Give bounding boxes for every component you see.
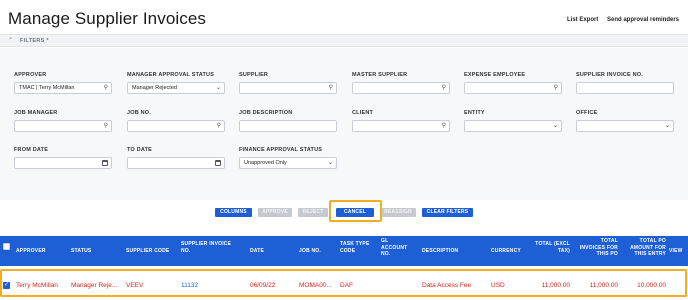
search-icon: ⚲ bbox=[441, 85, 446, 91]
page-header: Manage Supplier Invoices List Export Sen… bbox=[0, 0, 688, 34]
job-manager-field[interactable]: ⚲ bbox=[14, 120, 112, 132]
cell-supplier-code: VEEV bbox=[126, 282, 144, 289]
col-header-line: SUPPLIER INVOICE bbox=[181, 241, 232, 247]
search-icon: ⚲ bbox=[103, 123, 108, 129]
approve-button[interactable]: APPROVE bbox=[258, 208, 292, 217]
entity-select[interactable]: ⌄ bbox=[464, 120, 562, 132]
chevron-down-icon: ⌄ bbox=[327, 160, 333, 166]
col-header-date[interactable]: DATE bbox=[250, 248, 264, 255]
col-header-supplier-code[interactable]: SUPPLIER CODE bbox=[126, 248, 169, 255]
col-header-line: THIS PO bbox=[596, 251, 618, 257]
col-header-line: NO. bbox=[381, 251, 391, 257]
office-select[interactable]: ⌄ bbox=[576, 120, 674, 132]
col-header-currency[interactable]: CURRENCY bbox=[491, 248, 521, 255]
master-supplier-field[interactable]: ⚲ bbox=[352, 82, 450, 94]
col-header-job-no[interactable]: JOB NO. bbox=[299, 248, 321, 255]
cell-description: Data Access Fee bbox=[422, 282, 472, 289]
col-header-line: TASK TYPE bbox=[340, 241, 370, 247]
cell-approver: Terry McMillan bbox=[16, 282, 58, 289]
col-header-line: TOTAL (EXCL bbox=[535, 241, 570, 247]
approver-label: APPROVER bbox=[14, 72, 47, 78]
cell-status: Manager Reje... bbox=[71, 282, 118, 289]
from-date-field[interactable] bbox=[14, 157, 112, 169]
col-header-task-type-code[interactable]: TASK TYPE CODE bbox=[340, 241, 370, 254]
search-icon: ⚲ bbox=[553, 85, 558, 91]
col-header-description[interactable]: DESCRIPTION bbox=[422, 248, 458, 255]
chevron-up-icon: ⌃ bbox=[8, 38, 14, 44]
col-header-view[interactable]: VIEW bbox=[669, 248, 683, 255]
send-approval-reminders-link[interactable]: Send approval reminders bbox=[607, 17, 679, 23]
to-date-field[interactable] bbox=[127, 157, 225, 169]
filters-toggle[interactable]: ⌃ FILTERS * bbox=[0, 34, 688, 47]
clear-filters-button[interactable]: CLEAR FILTERS bbox=[422, 208, 473, 217]
job-manager-label: JOB MANAGER bbox=[14, 110, 58, 116]
col-header-status[interactable]: STATUS bbox=[71, 248, 91, 255]
calendar-icon[interactable] bbox=[215, 160, 221, 166]
col-header-line: CODE bbox=[340, 247, 356, 254]
select-all-checkbox[interactable] bbox=[3, 243, 10, 250]
supplier-invoice-no-field[interactable] bbox=[576, 82, 674, 94]
manager-approval-status-value: Manager Rejected bbox=[132, 85, 177, 91]
to-date-label: TO DATE bbox=[127, 147, 153, 153]
supplier-field[interactable]: ⚲ bbox=[239, 82, 337, 94]
chevron-down-icon: ⌄ bbox=[215, 85, 221, 91]
supplier-invoice-no-label: SUPPLIER INVOICE NO. bbox=[576, 72, 643, 78]
from-date-label: FROM DATE bbox=[14, 147, 49, 153]
expense-employee-label: EXPENSE EMPLOYEE bbox=[464, 72, 526, 78]
supplier-label: SUPPLIER bbox=[239, 72, 269, 78]
expense-employee-field[interactable]: ⚲ bbox=[464, 82, 562, 94]
search-icon: ⚲ bbox=[328, 85, 333, 91]
cell-total-invoices-po: 11,000.00 bbox=[589, 282, 618, 289]
list-export-link[interactable]: List Export bbox=[567, 17, 598, 23]
col-header-supplier-invoice-no[interactable]: SUPPLIER INVOICE NO. bbox=[181, 241, 231, 254]
cell-task-type-code: DAF bbox=[340, 282, 353, 289]
col-header-gl-account-no[interactable]: GL ACCOUNT NO. bbox=[381, 238, 407, 258]
cancel-button-highlight bbox=[329, 200, 382, 222]
search-icon: ⚲ bbox=[441, 123, 446, 129]
approver-value: TMAC | Terry McMillan bbox=[19, 85, 75, 91]
page-title: Manage Supplier Invoices bbox=[8, 9, 207, 28]
finance-approval-status-value: Unapproved Only bbox=[244, 160, 287, 166]
col-header-approver[interactable]: APPROVER bbox=[16, 248, 46, 255]
col-header-line: THIS ENTRY bbox=[634, 251, 666, 257]
search-icon: ⚲ bbox=[216, 123, 221, 129]
master-supplier-label: MASTER SUPPLIER bbox=[352, 72, 408, 78]
cell-currency: USD bbox=[491, 282, 505, 289]
cell-supplier-invoice-no-link[interactable]: 11132 bbox=[181, 282, 198, 289]
job-description-field[interactable] bbox=[239, 120, 337, 132]
approver-field[interactable]: TMAC | Terry McMillan ⚲ bbox=[14, 82, 112, 94]
entity-label: ENTITY bbox=[464, 110, 485, 116]
cell-total-excl-tax: 11,000.00 bbox=[541, 282, 570, 289]
filters-label: FILTERS * bbox=[20, 38, 49, 44]
reassign-button[interactable]: REASSIGN bbox=[380, 208, 416, 217]
reject-button[interactable]: REJECT bbox=[298, 208, 328, 217]
job-no-field[interactable]: ⚲ bbox=[127, 120, 225, 132]
office-label: OFFICE bbox=[576, 110, 598, 116]
job-no-label: JOB NO. bbox=[127, 110, 152, 116]
chevron-down-icon: ⌄ bbox=[664, 123, 670, 129]
job-description-label: JOB DESCRIPTION bbox=[239, 110, 293, 116]
client-label: CLIENT bbox=[352, 110, 374, 116]
col-header-total-invoices-po[interactable]: TOTAL INVOICES FOR THIS PO bbox=[577, 238, 618, 258]
manager-approval-status-label: MANAGER APPROVAL STATUS bbox=[127, 72, 215, 78]
calendar-icon[interactable] bbox=[102, 160, 108, 166]
search-icon: ⚲ bbox=[103, 85, 108, 91]
cell-job-no: MOMA00... bbox=[299, 282, 332, 289]
client-field[interactable]: ⚲ bbox=[352, 120, 450, 132]
row-checkbox[interactable]: ✓ bbox=[3, 282, 10, 289]
manager-approval-status-select[interactable]: Manager Rejected ⌄ bbox=[127, 82, 225, 94]
cell-total-po-amount: 10,000.00 bbox=[637, 282, 666, 289]
finance-approval-status-select[interactable]: Unapproved Only ⌄ bbox=[239, 157, 337, 169]
col-header-line: NO. bbox=[181, 247, 191, 254]
finance-approval-status-label: FINANCE APPROVAL STATUS bbox=[239, 147, 323, 153]
col-header-line: TAX) bbox=[557, 247, 570, 254]
col-header-total-excl-tax[interactable]: TOTAL (EXCL TAX) bbox=[531, 241, 570, 254]
cell-date: 06/09/22 bbox=[250, 282, 276, 289]
col-header-total-po-amount[interactable]: TOTAL PO AMOUNT FOR THIS ENTRY bbox=[624, 238, 666, 258]
columns-button[interactable]: COLUMNS bbox=[215, 208, 252, 217]
chevron-down-icon: ⌄ bbox=[552, 123, 558, 129]
